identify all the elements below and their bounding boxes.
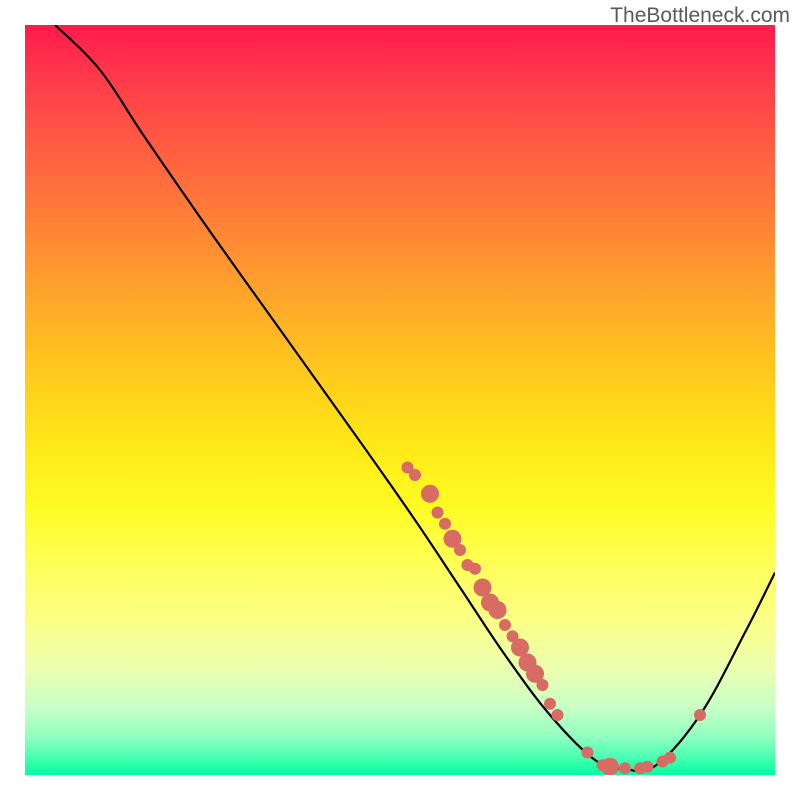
data-points-group [402, 462, 707, 776]
data-point [432, 507, 444, 519]
data-point [582, 747, 594, 759]
plot-area [25, 25, 775, 775]
watermark-text: TheBottleneck.com [610, 4, 790, 28]
data-point [552, 709, 564, 721]
data-point [642, 761, 654, 773]
data-point [409, 469, 421, 481]
data-point [694, 709, 706, 721]
data-point [489, 601, 507, 619]
data-point [421, 485, 439, 503]
data-point [537, 679, 549, 691]
chart-container: TheBottleneck.com [0, 0, 800, 800]
data-point [454, 544, 466, 556]
data-point [619, 762, 631, 774]
chart-svg [25, 25, 775, 775]
data-point [664, 752, 676, 764]
data-point [544, 698, 556, 710]
data-point [601, 758, 619, 775]
bottleneck-curve [55, 25, 775, 772]
data-point [469, 563, 481, 575]
data-point [439, 518, 451, 530]
data-point [499, 619, 511, 631]
